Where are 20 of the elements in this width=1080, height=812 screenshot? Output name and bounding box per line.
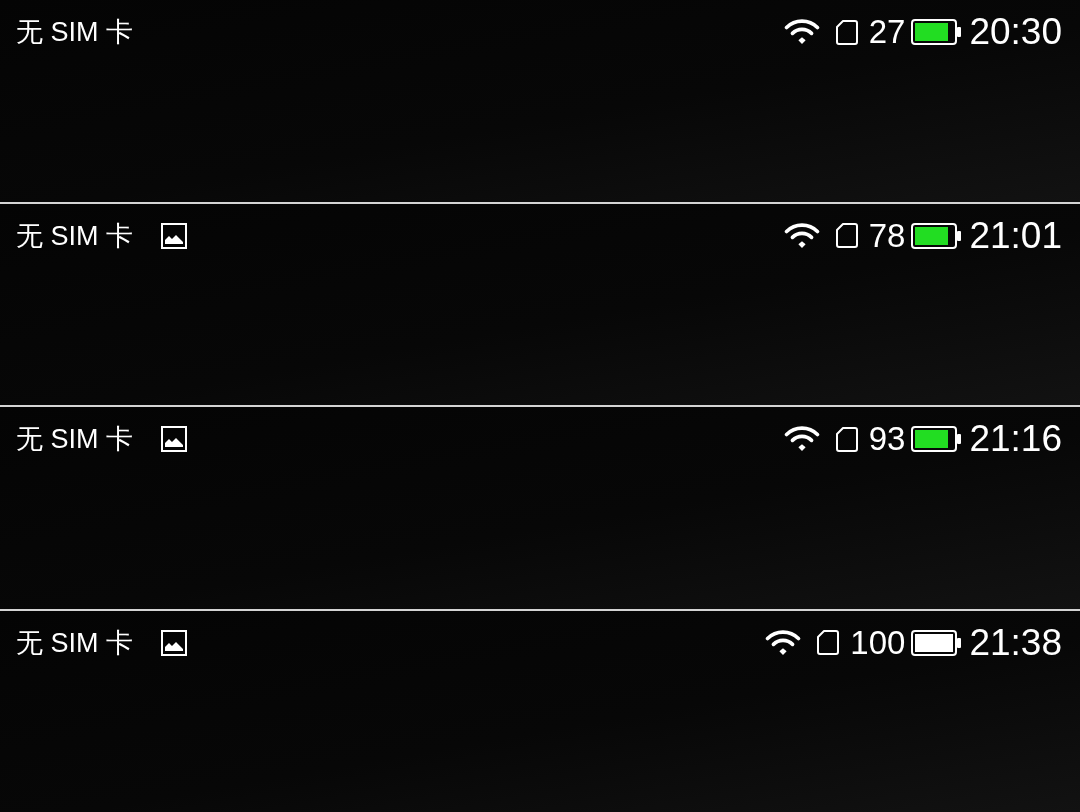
carrier-label: 无 SIM 卡 (16, 626, 133, 660)
sim-card-icon (835, 223, 858, 248)
battery-percentage: 93 (868, 420, 906, 458)
carrier-label: 无 SIM 卡 (16, 219, 133, 253)
sim-card-icon (817, 630, 840, 655)
wifi-icon (783, 426, 820, 452)
clock-time: 20:30 (969, 11, 1062, 53)
clock-time: 21:16 (969, 418, 1062, 460)
battery-percentage: 100 (850, 623, 906, 662)
wifi-icon (783, 19, 820, 45)
wifi-icon (765, 629, 802, 656)
battery-percentage: 27 (868, 13, 906, 51)
battery-percentage: 78 (868, 216, 906, 255)
clock-time: 21:01 (969, 214, 1062, 257)
clock-time: 21:38 (969, 621, 1062, 664)
carrier-label: 无 SIM 卡 (16, 423, 133, 456)
sim-card-icon (835, 426, 858, 452)
wifi-icon (783, 222, 820, 249)
carrier-label: 无 SIM 卡 (16, 16, 133, 49)
sim-card-icon (835, 19, 858, 45)
